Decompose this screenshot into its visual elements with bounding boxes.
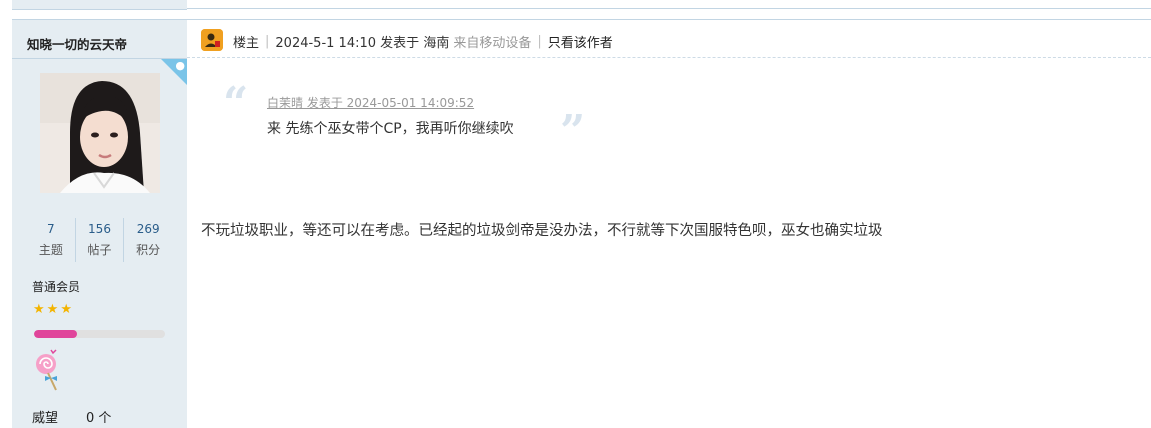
star-icon: ★ (60, 302, 72, 317)
quote-text: 来 先练个巫女带个CP，我再听你继续吹 (267, 121, 514, 137)
previous-post-divider (187, 8, 1151, 9)
post-header-divider (187, 57, 1151, 58)
star-icon: ★ (33, 302, 45, 317)
level-progress-bar (34, 330, 165, 338)
lollipop-medal-icon[interactable] (32, 348, 60, 392)
stat-label: 主题 (38, 243, 63, 257)
avatar[interactable] (40, 73, 160, 193)
user-badge-icon (201, 29, 223, 51)
stat-value: 7 (47, 222, 55, 236)
prestige-label: 威望 (32, 411, 59, 426)
meta-separator: | (265, 33, 270, 49)
close-quote-icon: ” (560, 106, 586, 157)
quote-block: “ 白茉晴 发表于 2024-05-01 14:09:52 来 先练个巫女带个C… (218, 78, 618, 157)
device-source: 来自移动设备 (453, 35, 532, 51)
author-stats: 7 主题 156 帖子 269 积分 (27, 218, 172, 262)
post-datetime-value: 2024-5-1 14:10 (275, 35, 377, 51)
previous-post-sidebar-remnant (12, 0, 187, 10)
post-header: 楼主 | 2024-5-1 14:10 发表于 海南 来自移动设备 | 只看该作… (187, 19, 1151, 58)
author-name-link[interactable]: 知晓一切的云天帝 (27, 34, 127, 53)
post-body: 不玩垃圾职业，等还可以在考虑。已经起的垃圾剑帝是没办法，不行就等下次国服特色呗，… (201, 223, 883, 239)
quote-citation-link[interactable]: 白茉晴 发表于 2024-05-01 14:09:52 (267, 94, 474, 111)
stat-value: 156 (88, 222, 111, 236)
post-meta: 楼主 | 2024-5-1 14:10 发表于 海南 来自移动设备 | 只看该作… (201, 29, 613, 51)
star-icon: ★ (46, 302, 59, 317)
only-author-link[interactable]: 只看该作者 (548, 32, 613, 51)
post-location: 海南 (423, 35, 450, 51)
stat-points[interactable]: 269 积分 (123, 218, 172, 262)
post-datetime: 2024-5-1 14:10 发表于 海南 (275, 32, 449, 51)
floor-label: 楼主 (233, 35, 260, 51)
open-quote-icon: “ (223, 78, 249, 129)
stat-label: 帖子 (87, 243, 112, 257)
member-rank[interactable]: 普通会员 (32, 278, 80, 295)
stat-label: 积分 (136, 243, 161, 257)
posted-at-prefix: 发表于 (380, 35, 420, 51)
forum-post-page: 知晓一切的云天帝 ● 7 主题 156 帖子 269 积分 普通会员 ★ ★ ★… (0, 0, 1151, 428)
level-progress-fill (34, 330, 78, 338)
apple-icon: ● (175, 59, 185, 72)
stat-topics[interactable]: 7 主题 (27, 218, 75, 262)
stat-value: 269 (136, 222, 160, 236)
meta-separator: | (537, 33, 542, 49)
prestige-row: 威望 0 个 (32, 407, 111, 426)
rank-stars: ★ ★ ★ (33, 303, 72, 317)
avatar-image (40, 73, 160, 193)
stat-posts[interactable]: 156 帖子 (74, 218, 124, 262)
prestige-value: 0 个 (86, 411, 112, 426)
author-sidebar: 知晓一切的云天帝 ● 7 主题 156 帖子 269 积分 普通会员 ★ ★ ★… (12, 19, 187, 428)
